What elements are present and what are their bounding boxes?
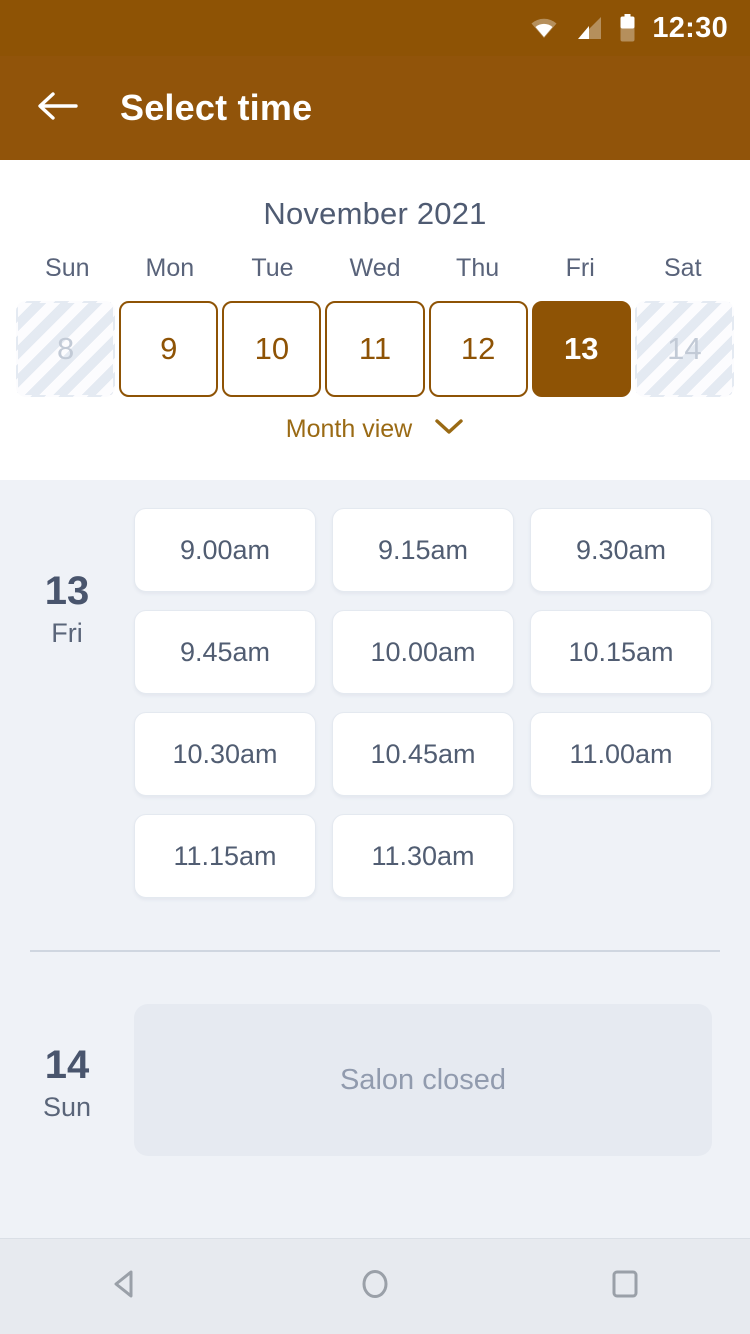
calendar-weekday-label: Mon bbox=[145, 254, 195, 282]
back-button[interactable] bbox=[22, 73, 92, 143]
battery-icon bbox=[619, 13, 636, 43]
month-view-label: Month view bbox=[285, 415, 413, 443]
schedule-list: 13 Fri 9.00am 9.15am 9.30am 9.45am 10.00am 10.1… bbox=[0, 480, 750, 1238]
schedule-day-group: 13 Fri 9.00am 9.15am 9.30am 9.45am 10.00am 10.1… bbox=[0, 480, 750, 898]
time-slot-button[interactable]: 9.30am bbox=[530, 508, 712, 592]
schedule-day-group: 14 Sun Salon closed bbox=[0, 952, 750, 1156]
time-slot-grid: 9.00am 9.15am 9.30am 9.45am 10.00am 10.15am 10… bbox=[134, 508, 750, 898]
cellular-signal-icon bbox=[575, 15, 603, 41]
calendar-day-8: 8 bbox=[16, 301, 115, 397]
time-slot-button[interactable]: 11.15am bbox=[134, 814, 316, 898]
schedule-date-weekday: Fri bbox=[51, 618, 83, 648]
calendar-panel: November 2021 Sun Mon Tue Wed Thu Fri Sat 8 9 10… bbox=[0, 160, 750, 480]
calendar-day-12[interactable]: 12 bbox=[428, 301, 528, 397]
calendar-day-11[interactable]: 11 bbox=[325, 301, 425, 397]
calendar-day-14: 14 bbox=[635, 301, 734, 397]
android-nav-bar bbox=[0, 1238, 750, 1334]
status-bar-clock: 12:30 bbox=[652, 11, 728, 44]
time-slot-button[interactable]: 11.00am bbox=[530, 712, 712, 796]
calendar-day-number: 10 bbox=[254, 331, 290, 366]
status-bar: 12:30 bbox=[0, 0, 750, 56]
back-nav-icon bbox=[106, 1265, 144, 1308]
home-nav-icon bbox=[356, 1265, 394, 1308]
calendar-weekday-label: Fri bbox=[565, 254, 595, 282]
calendar-day-number: 12 bbox=[460, 331, 496, 366]
page-title: Select time bbox=[120, 87, 313, 128]
calendar-day-number: 11 bbox=[358, 331, 392, 366]
app-bar: Select time bbox=[0, 56, 750, 160]
schedule-date-number: 13 bbox=[44, 569, 90, 613]
calendar-weekday-label: Sun bbox=[45, 254, 90, 282]
calendar-day-number: 14 bbox=[667, 331, 702, 366]
calendar-day-row: 8 9 10 11 12 13 14 bbox=[0, 301, 750, 397]
nav-recents-button[interactable] bbox=[570, 1239, 680, 1334]
calendar-day-number: 9 bbox=[160, 331, 178, 366]
schedule-date-label: 14 Sun bbox=[0, 1004, 134, 1156]
time-slot-button[interactable]: 10.45am bbox=[332, 712, 514, 796]
calendar-weekday-label: Thu bbox=[456, 254, 500, 282]
nav-home-button[interactable] bbox=[320, 1239, 430, 1334]
calendar-day-10[interactable]: 10 bbox=[222, 301, 322, 397]
month-view-toggle[interactable]: Month view bbox=[0, 415, 750, 444]
time-slot-button[interactable]: 9.45am bbox=[134, 610, 316, 694]
schedule-date-label: 13 Fri bbox=[0, 508, 134, 898]
schedule-date-number: 14 bbox=[44, 1043, 90, 1087]
nav-back-button[interactable] bbox=[70, 1239, 180, 1334]
calendar-day-number: 13 bbox=[564, 331, 599, 366]
time-slot-button[interactable]: 10.15am bbox=[530, 610, 712, 694]
salon-closed-banner: Salon closed bbox=[134, 1004, 712, 1156]
time-slot-button[interactable]: 9.00am bbox=[134, 508, 316, 592]
wifi-icon bbox=[529, 16, 559, 40]
time-slot-button[interactable]: 10.00am bbox=[332, 610, 514, 694]
calendar-day-13[interactable]: 13 bbox=[531, 301, 631, 397]
arrow-left-icon bbox=[36, 89, 78, 128]
calendar-month-title: November 2021 bbox=[263, 196, 487, 231]
calendar-weekday-label: Sat bbox=[663, 254, 702, 282]
calendar-weekday-label: Tue bbox=[251, 254, 294, 282]
calendar-weekday-label: Wed bbox=[349, 254, 401, 282]
schedule-date-weekday: Sun bbox=[42, 1092, 92, 1122]
phone-screen: 12:30 Select time November 2021 Sun Mon Tu… bbox=[0, 0, 750, 1334]
chevron-down-icon bbox=[434, 418, 464, 441]
calendar-weekday-header: Sun Mon Tue Wed Thu Fri Sat bbox=[0, 254, 750, 283]
time-slot-button[interactable]: 9.15am bbox=[332, 508, 514, 592]
calendar-day-number: 8 bbox=[56, 331, 75, 366]
recents-nav-icon bbox=[606, 1265, 644, 1308]
time-slot-button[interactable]: 10.30am bbox=[134, 712, 316, 796]
calendar-day-9[interactable]: 9 bbox=[119, 301, 219, 397]
time-slot-button[interactable]: 11.30am bbox=[332, 814, 514, 898]
